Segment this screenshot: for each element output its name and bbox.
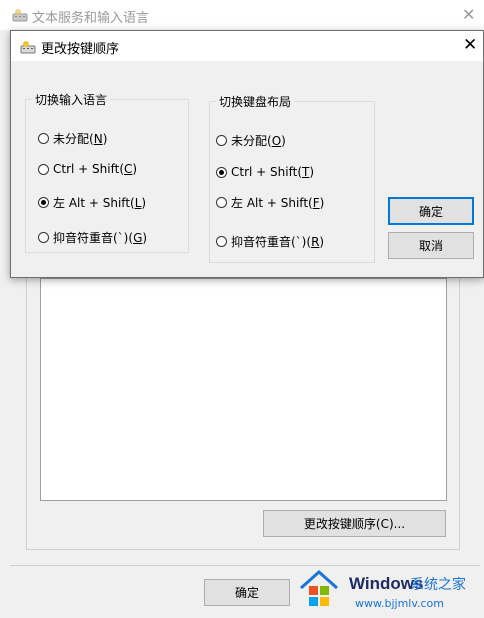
- dialog-title: 更改按键顺序: [41, 42, 120, 57]
- accelerator-key: T: [302, 165, 310, 179]
- back-window-ok-label: 确定: [234, 586, 259, 600]
- radio-button[interactable]: [216, 197, 227, 208]
- radio-label: 左 Alt + Shift: [231, 196, 309, 210]
- change-key-sequence-label: 更改按键顺序(C)...: [303, 517, 406, 531]
- radio-button-selected[interactable]: [38, 197, 49, 208]
- radio-button[interactable]: [216, 236, 227, 247]
- accelerator-key: C: [124, 162, 133, 176]
- accelerator-key: R: [311, 234, 320, 249]
- accelerator-key: L: [134, 195, 142, 210]
- watermark-subtitle: 系统之家: [410, 577, 466, 593]
- dialog-ok-button[interactable]: 确定: [388, 197, 474, 225]
- radio-button[interactable]: [216, 135, 227, 146]
- radio-lang-ctrl-shift[interactable]: Ctrl + Shift (C): [38, 162, 137, 176]
- group-title: 切换输入语言: [35, 93, 108, 107]
- change-key-sequence-button[interactable]: 更改按键顺序(C)...: [263, 510, 446, 537]
- dialog-ok-label: 确定: [418, 204, 443, 219]
- keyboard-settings-icon: [20, 41, 36, 54]
- accelerator-key: O: [271, 133, 282, 148]
- back-window-titlebar: 文本服务和输入语言 ✕: [0, 0, 484, 30]
- switch-keyboard-layout-group: 切换键盘布局 未分配 (O) Ctrl + Shift (T) 左 Alt + …: [209, 93, 375, 263]
- radio-label: Ctrl + Shift: [53, 162, 120, 176]
- radio-button[interactable]: [38, 163, 49, 175]
- radio-layout-unassigned[interactable]: 未分配 (O): [216, 132, 286, 149]
- back-window-close-icon[interactable]: ✕: [462, 5, 475, 24]
- back-window-ok-button[interactable]: 确定: [204, 579, 290, 606]
- radio-label: 抑音符重音(`): [231, 235, 307, 249]
- radio-button[interactable]: [38, 232, 49, 243]
- dialog-cancel-button[interactable]: 取消: [388, 232, 474, 259]
- radio-label: 左 Alt + Shift: [53, 196, 131, 210]
- dialog-titlebar: 更改按键顺序 ✕: [11, 31, 483, 61]
- radio-layout-grave-accent[interactable]: 抑音符重音(`) (R): [216, 233, 324, 250]
- divider: [10, 565, 480, 566]
- dialog-close-icon[interactable]: ✕: [463, 35, 477, 55]
- radio-label: 未分配: [53, 132, 90, 146]
- radio-label: Ctrl + Shift: [231, 165, 298, 179]
- radio-lang-unassigned[interactable]: 未分配 (N): [38, 130, 107, 147]
- accelerator-key: F: [312, 195, 320, 210]
- back-window-title: 文本服务和输入语言: [32, 11, 150, 26]
- radio-lang-grave-accent[interactable]: 抑音符重音(`) (G): [38, 229, 147, 246]
- watermark-url: www.bjjmlv.com: [355, 597, 444, 610]
- accelerator-key: G: [133, 230, 143, 245]
- radio-layout-ctrl-shift[interactable]: Ctrl + Shift (T): [216, 165, 314, 179]
- switch-input-language-group: 切换输入语言 未分配 (N) Ctrl + Shift (C) 左 Alt + …: [25, 91, 189, 253]
- installed-services-list[interactable]: [40, 278, 447, 501]
- radio-label: 未分配: [231, 134, 268, 148]
- radio-lang-left-alt-shift[interactable]: 左 Alt + Shift (L): [38, 194, 146, 211]
- radio-button[interactable]: [38, 133, 49, 144]
- windows-logo-icon: [300, 569, 338, 606]
- dialog-cancel-label: 取消: [418, 239, 443, 253]
- radio-button-selected[interactable]: [216, 166, 227, 178]
- change-key-sequence-dialog: 更改按键顺序 ✕ 切换输入语言 未分配 (N) Ctrl + Shift (C)…: [10, 30, 484, 278]
- accelerator-key: N: [93, 131, 103, 146]
- radio-layout-left-alt-shift[interactable]: 左 Alt + Shift (F): [216, 194, 324, 211]
- radio-label: 抑音符重音(`): [53, 231, 129, 245]
- keyboard-settings-icon: [12, 9, 28, 22]
- group-title: 切换键盘布局: [219, 95, 292, 109]
